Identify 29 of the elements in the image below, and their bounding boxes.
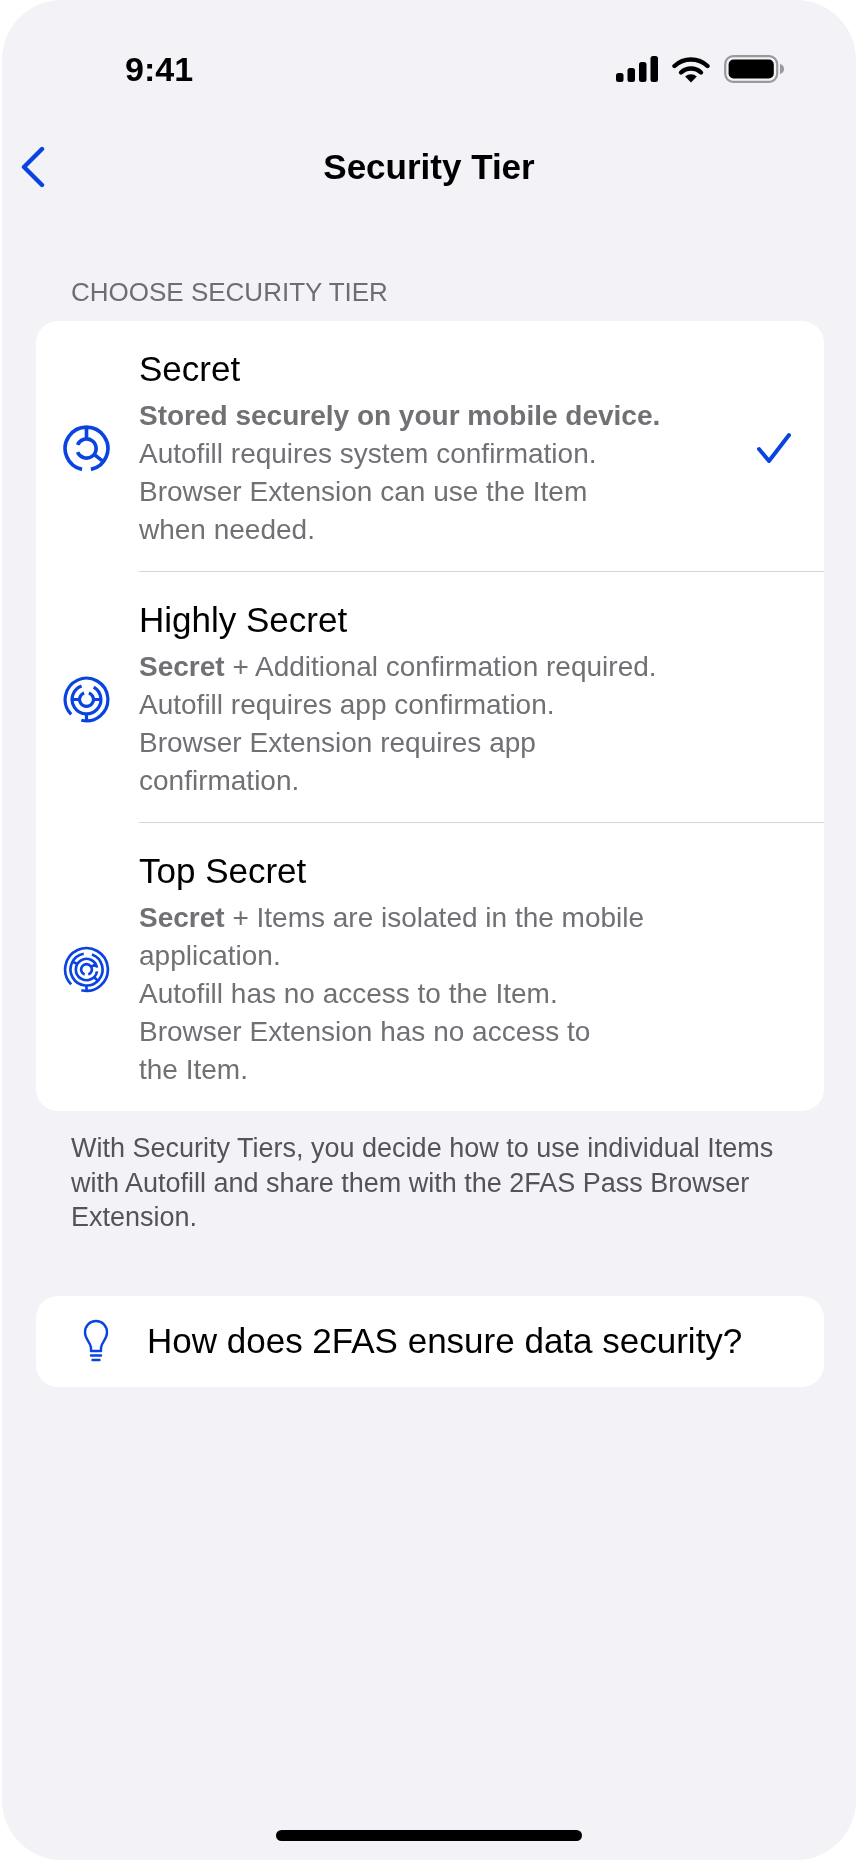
tier-description: Autofill has no access to the Item. [139,977,559,1011]
tier-description: Stored securely on your mobile device. [139,399,662,433]
screen-title: Security Tier [323,146,535,188]
wifi-icon [672,55,710,83]
back-chevron-icon [21,146,45,188]
tier-title: Highly Secret [139,599,349,641]
lightbulb-icon [83,1318,109,1363]
tier-description: Browser Extension can use the Item when needed. [139,475,589,547]
tier-description: Browser Extension requires app confirmation. [139,726,537,798]
tier-description: Secret + Items are isolated in the mobile application. [139,901,646,973]
tier-option[interactable]: Secret Stored securely on your mobile device. Autofill requires system confirmation. Browser Extension can use the Item when needed. [36,321,824,571]
section-header: CHOOSE SECURITY TIER [70,276,389,308]
maze-icon [63,424,110,472]
help-link-button[interactable]: How does 2FAS ensure data security? [36,1295,824,1387]
tier-option[interactable]: Highly Secret Secret + Additional confirmation required. Autofill requires app confirmation. Browser Extension requires app confirmation. [36,572,824,822]
tier-option[interactable]: Top Secret Secret + Items are isolated in the mobile application. Autofill has no access to the Item. Browser Extension has no access to the Item. [36,823,824,1111]
battery-icon [724,55,784,83]
maze-icon [63,675,110,723]
status-time: 9:41 [125,49,194,89]
tier-title: Secret [139,348,242,390]
tier-description: Secret + Additional confirmation required. [139,650,658,684]
back-button[interactable] [21,146,45,188]
signal-icon [616,56,658,82]
tier-description: Browser Extension has no access to the Item. [139,1015,592,1087]
section-footer-text: With Security Tiers, you decide how to use individual Items with Autofill and share them with the 2FAS Pass Browser Extension. [70,1132,775,1234]
tier-description: Autofill requires app confirmation. [139,688,556,722]
tier-description: Autofill requires system confirmation. [139,437,598,471]
tier-title: Top Secret [139,850,308,892]
maze-icon [63,945,110,993]
